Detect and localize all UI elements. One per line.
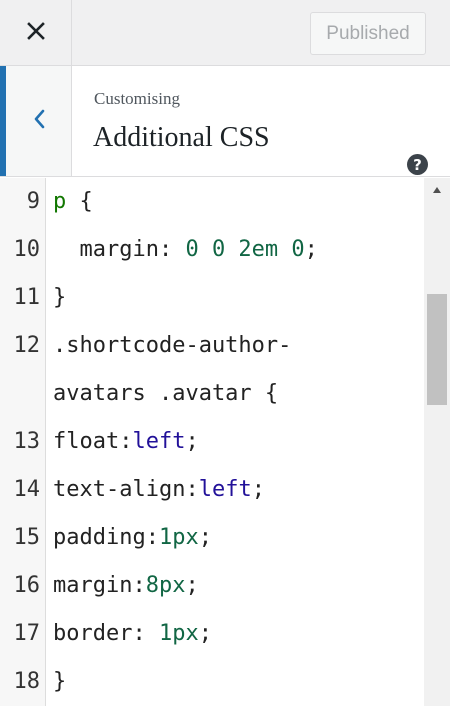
code-token: 0 0 2em 0: [185, 237, 305, 262]
code-line[interactable]: 16 margin:8px;: [0, 562, 424, 610]
code-line[interactable]: 9p {: [0, 178, 424, 226]
code-token: }: [53, 285, 67, 310]
section-header: Customising Additional CSS ?: [0, 66, 450, 177]
css-code-editor[interactable]: 9p {10 margin: 0 0 2em 0; 11} 12 .shortcode…: [0, 178, 450, 706]
code-token: ;: [185, 573, 199, 598]
code-line[interactable]: 15 padding:1px;: [0, 514, 424, 562]
code-token: .shortcode-author-: [53, 333, 292, 358]
section-title: Additional CSS: [93, 122, 270, 153]
code-line[interactable]: 18}: [0, 658, 424, 706]
line-number: 18: [13, 669, 41, 694]
code-token: ;: [198, 621, 212, 646]
close-icon: [26, 21, 45, 45]
line-number: 10: [13, 237, 41, 262]
code-text: .shortcode-author-: [53, 322, 291, 370]
code-token: ;: [251, 477, 265, 502]
published-button[interactable]: Published: [310, 12, 426, 55]
line-number: 11: [13, 285, 41, 310]
scrollbar-thumb[interactable]: [427, 294, 447, 405]
back-button[interactable]: [0, 66, 72, 176]
code-token: avatars .avatar {: [53, 381, 279, 406]
line-number: 13: [13, 429, 41, 454]
code-text: float:left;: [53, 418, 199, 466]
code-token: ;: [198, 525, 212, 550]
code-text: margin: 0 0 2em 0;: [53, 226, 318, 274]
line-number: 15: [13, 525, 41, 550]
line-number: 9: [26, 189, 40, 214]
code-line[interactable]: 11}: [0, 274, 424, 322]
code-text: p {: [53, 178, 93, 226]
line-number: 16: [13, 573, 41, 598]
code-token: p: [53, 189, 67, 214]
code-token: float:: [53, 429, 133, 454]
code-text: }: [53, 274, 66, 322]
code-line[interactable]: 12 .shortcode-author-: [0, 322, 424, 370]
code-token: 1px: [158, 525, 199, 550]
chevron-left-icon: [32, 108, 46, 135]
code-line[interactable]: 17 border: 1px;: [0, 610, 424, 658]
code-text: text-align:left;: [53, 466, 265, 514]
code-token: ;: [304, 237, 318, 262]
code-token: margin:: [53, 573, 146, 598]
customizer-header: Published: [0, 0, 450, 66]
code-token: text-align:: [53, 477, 199, 502]
line-number: 17: [13, 621, 41, 646]
code-token: left: [198, 477, 252, 502]
code-token: }: [53, 669, 67, 694]
code-line[interactable]: 10 margin: 0 0 2em 0;: [0, 226, 424, 274]
code-token: border:: [53, 621, 159, 646]
breadcrumb: Customising: [94, 89, 180, 108]
code-text: padding:1px;: [53, 514, 212, 562]
code-token: margin:: [53, 237, 186, 262]
vertical-scrollbar[interactable]: [424, 178, 450, 706]
code-text: margin:8px;: [53, 562, 199, 610]
code-token: 1px: [158, 621, 199, 646]
code-token: 8px: [145, 573, 186, 598]
code-token: padding:: [53, 525, 159, 550]
code-text: }: [53, 658, 66, 706]
code-token: ;: [185, 429, 199, 454]
code-line[interactable]: 13 float:left;: [0, 418, 424, 466]
line-number: 14: [13, 477, 41, 502]
code-line[interactable]: 14 text-align:left;: [0, 466, 424, 514]
scroll-up-arrow-icon[interactable]: [424, 180, 450, 200]
code-line[interactable]: avatars .avatar {: [0, 370, 424, 418]
question-icon[interactable]: ?: [407, 154, 428, 175]
code-text: avatars .avatar {: [53, 370, 278, 418]
code-token: {: [66, 189, 93, 214]
close-button[interactable]: [0, 0, 72, 66]
code-text: border: 1px;: [53, 610, 212, 658]
code-token: left: [132, 429, 186, 454]
line-number: 12: [13, 333, 41, 358]
